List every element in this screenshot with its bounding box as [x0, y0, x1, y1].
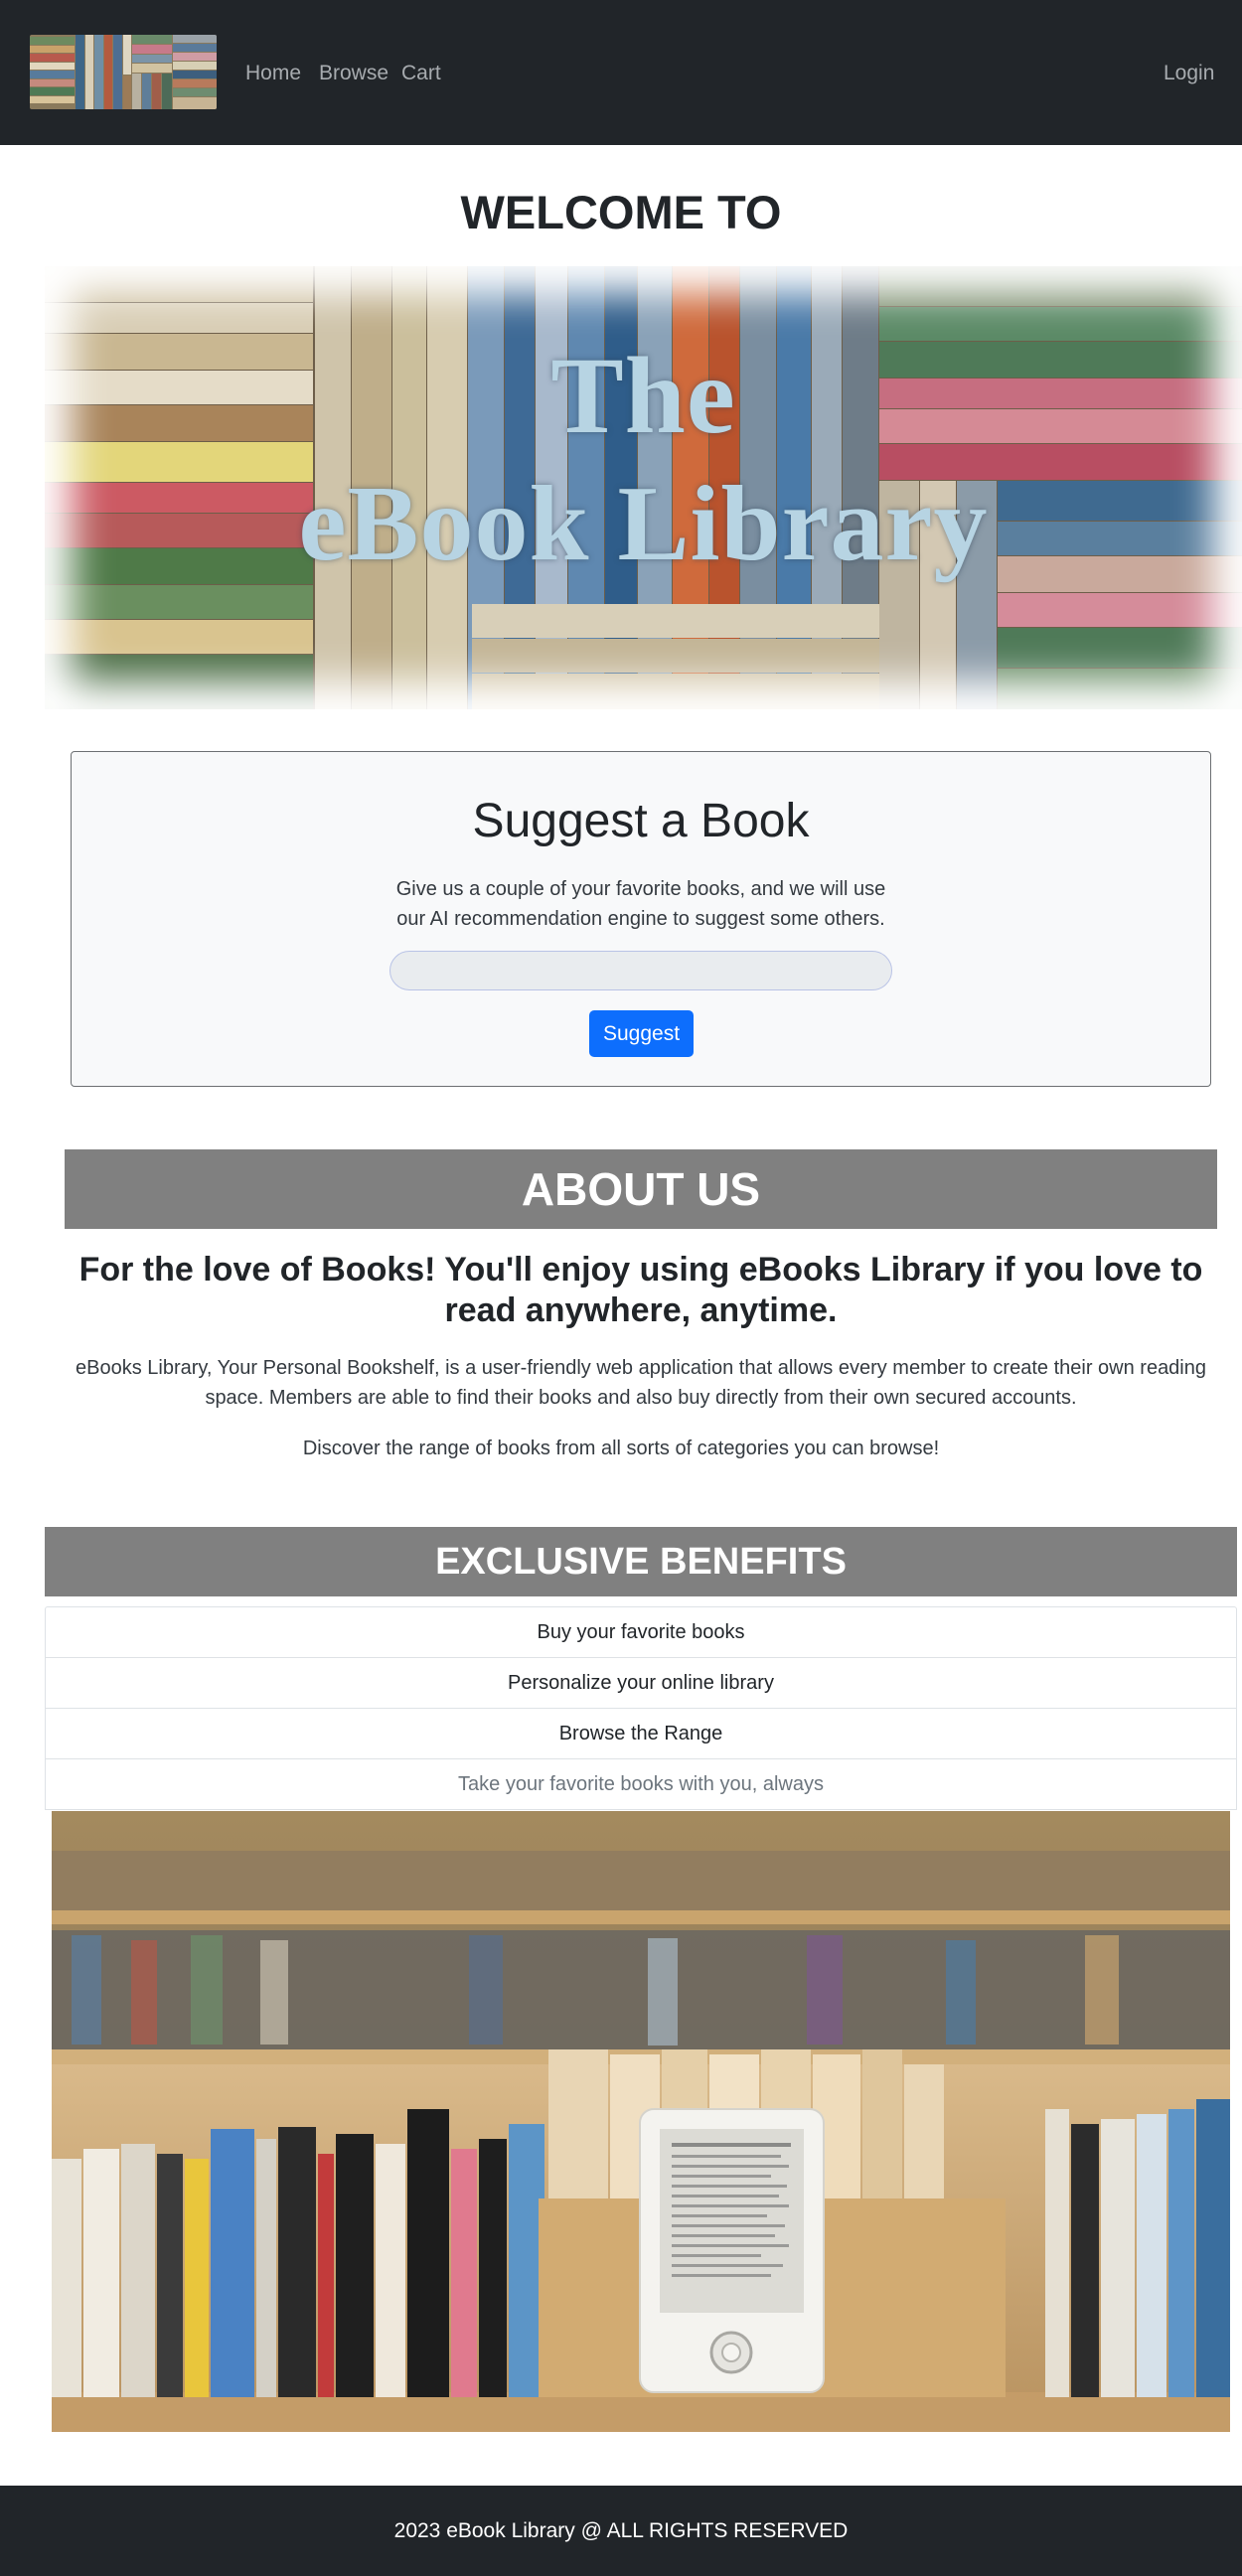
benefits-list: Buy your favorite books Personalize your… — [45, 1606, 1237, 1810]
nav-home-link[interactable]: Home — [245, 60, 301, 87]
navbar: Home Browse Cart Login — [0, 0, 1242, 145]
about-us-banner: ABOUT US — [65, 1149, 1217, 1229]
exclusive-benefits-banner: EXCLUSIVE BENEFITS — [45, 1527, 1237, 1596]
bookshelf-ereader-image — [52, 1811, 1230, 2432]
footer-copyright: 2023 eBook Library @ ALL RIGHTS RESERVED — [393, 2519, 849, 2542]
benefit-item: Browse the Range — [45, 1709, 1237, 1759]
benefit-item: Take your favorite books with you, alway… — [45, 1759, 1237, 1810]
nav-browse-link[interactable]: Browse — [319, 60, 388, 87]
site-logo[interactable] — [30, 35, 217, 109]
nav-cart-link[interactable]: Cart — [401, 60, 441, 87]
about-paragraph-2: Discover the range of books from all sor… — [302, 1438, 940, 1459]
hero-title-line2: eBook Library — [298, 465, 989, 583]
footer: 2023 eBook Library @ ALL RIGHTS RESERVED — [0, 2486, 1242, 2576]
hero-title-line1: The — [550, 335, 736, 456]
about-paragraph-1: eBooks Library, Your Personal Bookshelf,… — [76, 1357, 1206, 1409]
about-headline: For the love of Books! You'll enjoy usin… — [78, 1251, 1203, 1329]
nav-login-link[interactable]: Login — [1164, 60, 1214, 87]
suggest-description-text: Give us a couple of your favorite books,… — [395, 878, 886, 930]
suggest-book-card: Suggest a Book Give us a couple of your … — [71, 751, 1211, 1087]
suggest-title: Suggest a Book — [472, 795, 810, 847]
suggest-description: Give us a couple of your favorite books,… — [72, 874, 1210, 934]
hero-banner-image: The eBook Library — [45, 266, 1242, 709]
suggest-button[interactable]: Suggest — [589, 1010, 694, 1057]
benefit-item: Buy your favorite books — [45, 1606, 1237, 1658]
suggest-input[interactable] — [389, 951, 892, 990]
welcome-heading: WELCOME TO — [460, 186, 782, 238]
benefit-item: Personalize your online library — [45, 1658, 1237, 1709]
